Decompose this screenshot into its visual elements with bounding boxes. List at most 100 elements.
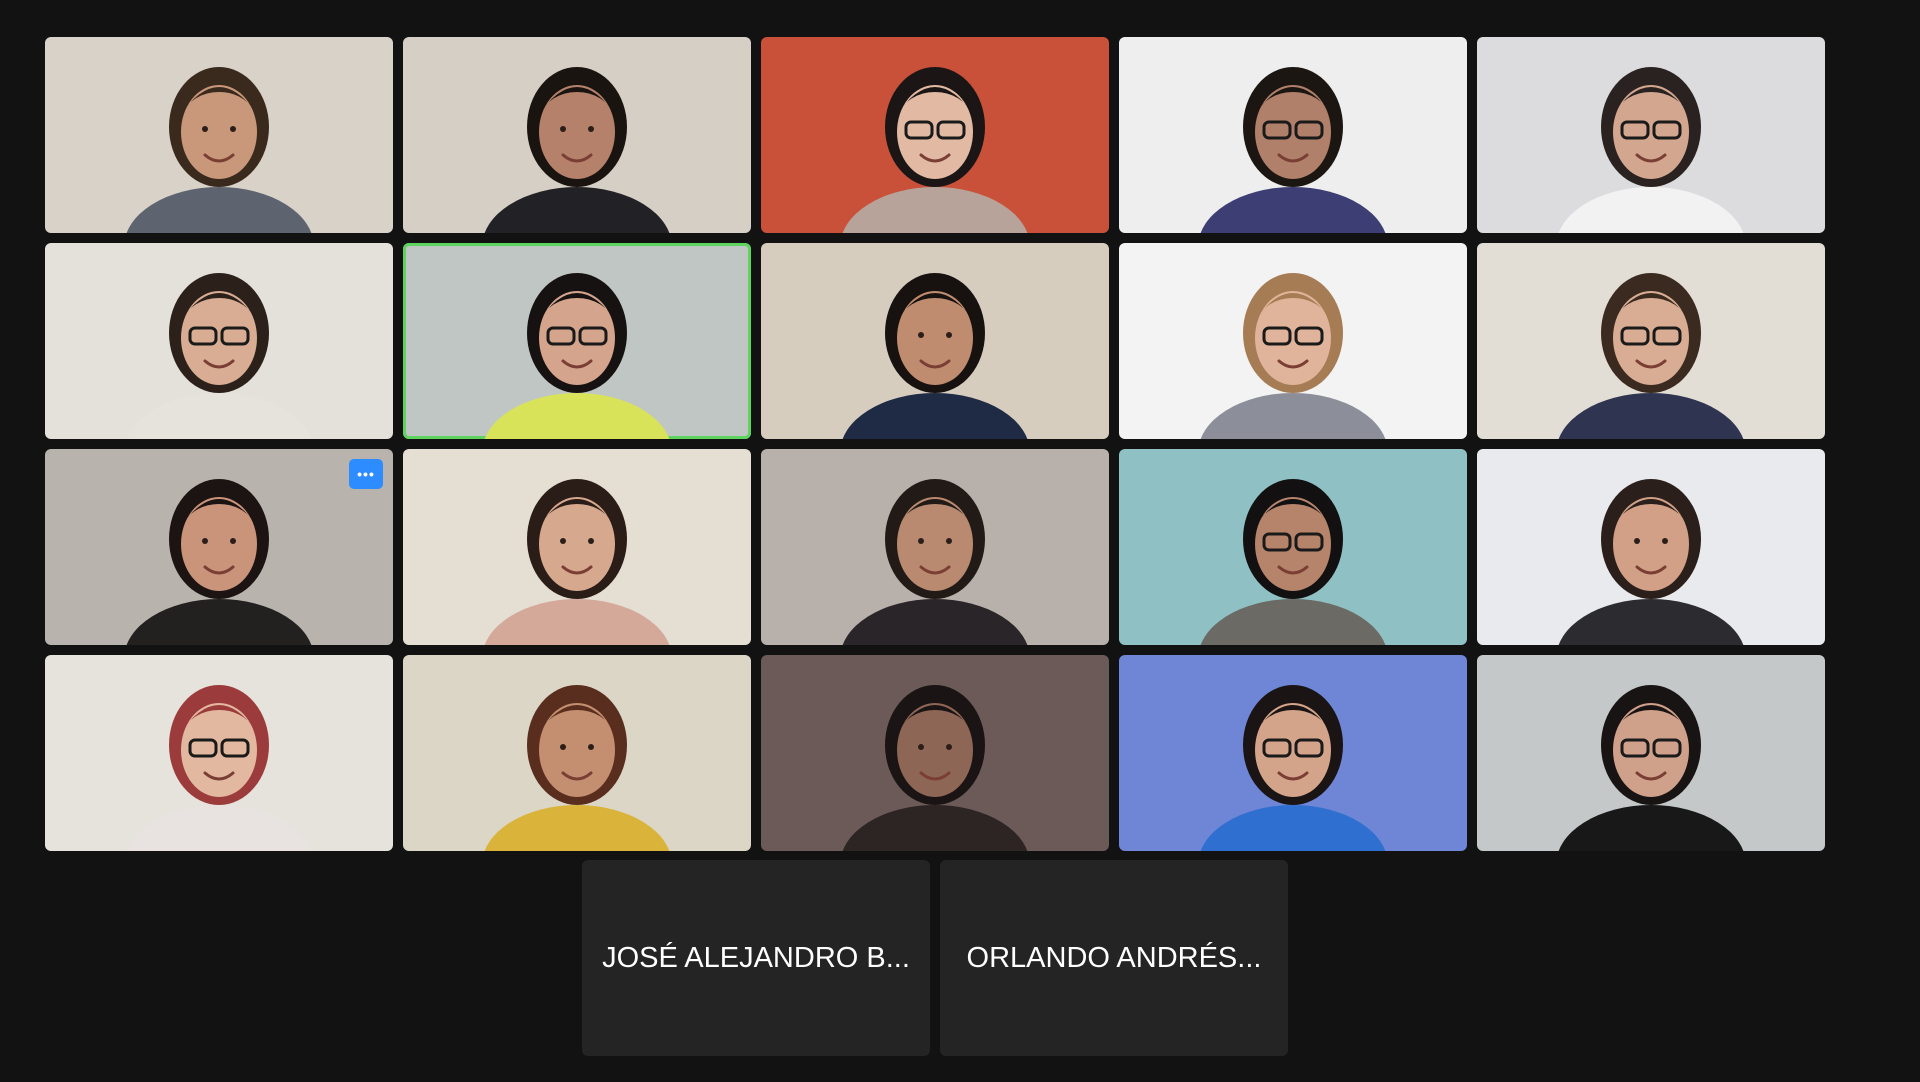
- eye-shape: [560, 744, 566, 750]
- participant-video-feed: [484, 67, 670, 233]
- face-shape: [897, 85, 973, 179]
- shirt-shape: [1200, 393, 1386, 439]
- face-shape: [181, 703, 257, 797]
- more-options-icon: •••: [357, 466, 375, 482]
- shirt-shape: [1558, 805, 1744, 851]
- eye-shape: [1634, 538, 1640, 544]
- participant-video-tile[interactable]: [761, 655, 1109, 851]
- eye-shape: [946, 538, 952, 544]
- participant-video-feed: [1200, 479, 1386, 645]
- name-only-tiles: JOSÉ ALEJANDRO B... ORLANDO ANDRÉS...: [582, 860, 1288, 1056]
- eye-shape: [202, 126, 208, 132]
- eye-shape: [588, 126, 594, 132]
- participant-video-feed: [842, 479, 1028, 645]
- shirt-shape: [126, 599, 312, 645]
- participant-video-tile[interactable]: [403, 449, 751, 645]
- participant-video-feed: [126, 685, 312, 851]
- shirt-shape: [1558, 599, 1744, 645]
- shirt-shape: [1200, 805, 1386, 851]
- face-shape: [1613, 703, 1689, 797]
- face-shape: [1255, 291, 1331, 385]
- eye-shape: [946, 744, 952, 750]
- eye-shape: [560, 126, 566, 132]
- participant-video-tile[interactable]: [1119, 37, 1467, 233]
- face-shape: [1255, 703, 1331, 797]
- participant-video-feed: [126, 479, 312, 645]
- shirt-shape: [1200, 599, 1386, 645]
- participant-video-feed: [126, 67, 312, 233]
- participant-video-feed: [484, 479, 670, 645]
- eye-shape: [230, 538, 236, 544]
- face-shape: [539, 85, 615, 179]
- participant-video-tile[interactable]: [1477, 655, 1825, 851]
- participant-video-tile[interactable]: [1477, 37, 1825, 233]
- more-options-button[interactable]: •••: [349, 459, 383, 489]
- shirt-shape: [842, 599, 1028, 645]
- participant-video-tile[interactable]: [45, 37, 393, 233]
- participant-name-tile[interactable]: JOSÉ ALEJANDRO B...: [582, 860, 930, 1056]
- face-shape: [181, 497, 257, 591]
- participant-name-tile[interactable]: ORLANDO ANDRÉS...: [940, 860, 1288, 1056]
- eye-shape: [918, 538, 924, 544]
- face-shape: [1255, 85, 1331, 179]
- eye-shape: [560, 538, 566, 544]
- eye-shape: [588, 744, 594, 750]
- eye-shape: [918, 744, 924, 750]
- face-shape: [1255, 497, 1331, 591]
- eye-shape: [588, 538, 594, 544]
- face-shape: [539, 703, 615, 797]
- face-shape: [181, 291, 257, 385]
- participant-video-tile[interactable]: [761, 449, 1109, 645]
- participant-video-feed: [1558, 479, 1744, 645]
- participant-video-tile[interactable]: [45, 243, 393, 439]
- participant-video-tile[interactable]: [403, 655, 751, 851]
- shirt-shape: [484, 187, 670, 233]
- shirt-shape: [484, 805, 670, 851]
- shirt-shape: [1558, 393, 1744, 439]
- shirt-shape: [842, 187, 1028, 233]
- shirt-shape: [126, 393, 312, 439]
- participant-video-tile[interactable]: [761, 243, 1109, 439]
- participant-video-tile[interactable]: [1119, 243, 1467, 439]
- participant-video-tile[interactable]: •••: [45, 449, 393, 645]
- shirt-shape: [1200, 187, 1386, 233]
- shirt-shape: [1558, 187, 1744, 233]
- participant-video-feed: [126, 273, 312, 439]
- participant-video-tile[interactable]: [1119, 449, 1467, 645]
- shirt-shape: [484, 599, 670, 645]
- participant-name: ORLANDO ANDRÉS...: [966, 941, 1262, 974]
- face-shape: [897, 497, 973, 591]
- participant-video-tile[interactable]: [761, 37, 1109, 233]
- participant-video-tile[interactable]: [1477, 243, 1825, 439]
- participant-video-tile[interactable]: [1477, 449, 1825, 645]
- eye-shape: [946, 332, 952, 338]
- face-shape: [897, 703, 973, 797]
- participant-video-feed: [842, 273, 1028, 439]
- participant-video-feed: [1558, 685, 1744, 851]
- face-shape: [1613, 497, 1689, 591]
- shirt-shape: [484, 393, 670, 439]
- face-shape: [181, 85, 257, 179]
- participant-video-feed: [1558, 273, 1744, 439]
- participant-video-feed: [1558, 67, 1744, 233]
- participant-video-tile[interactable]: [403, 37, 751, 233]
- face-shape: [897, 291, 973, 385]
- participant-video-tile[interactable]: [45, 655, 393, 851]
- participant-video-tile[interactable]: [1119, 655, 1467, 851]
- face-shape: [539, 497, 615, 591]
- participant-video-feed: [484, 273, 670, 439]
- face-shape: [1613, 85, 1689, 179]
- eye-shape: [202, 538, 208, 544]
- active-speaker-video-tile[interactable]: [403, 243, 751, 439]
- eye-shape: [1662, 538, 1668, 544]
- shirt-shape: [126, 187, 312, 233]
- eye-shape: [230, 126, 236, 132]
- participant-video-feed: [1200, 273, 1386, 439]
- participant-video-feed: [484, 685, 670, 851]
- participant-video-feed: [1200, 67, 1386, 233]
- participant-video-feed: [1200, 685, 1386, 851]
- shirt-shape: [842, 393, 1028, 439]
- participant-video-feed: [842, 685, 1028, 851]
- shirt-shape: [126, 805, 312, 851]
- shirt-shape: [842, 805, 1028, 851]
